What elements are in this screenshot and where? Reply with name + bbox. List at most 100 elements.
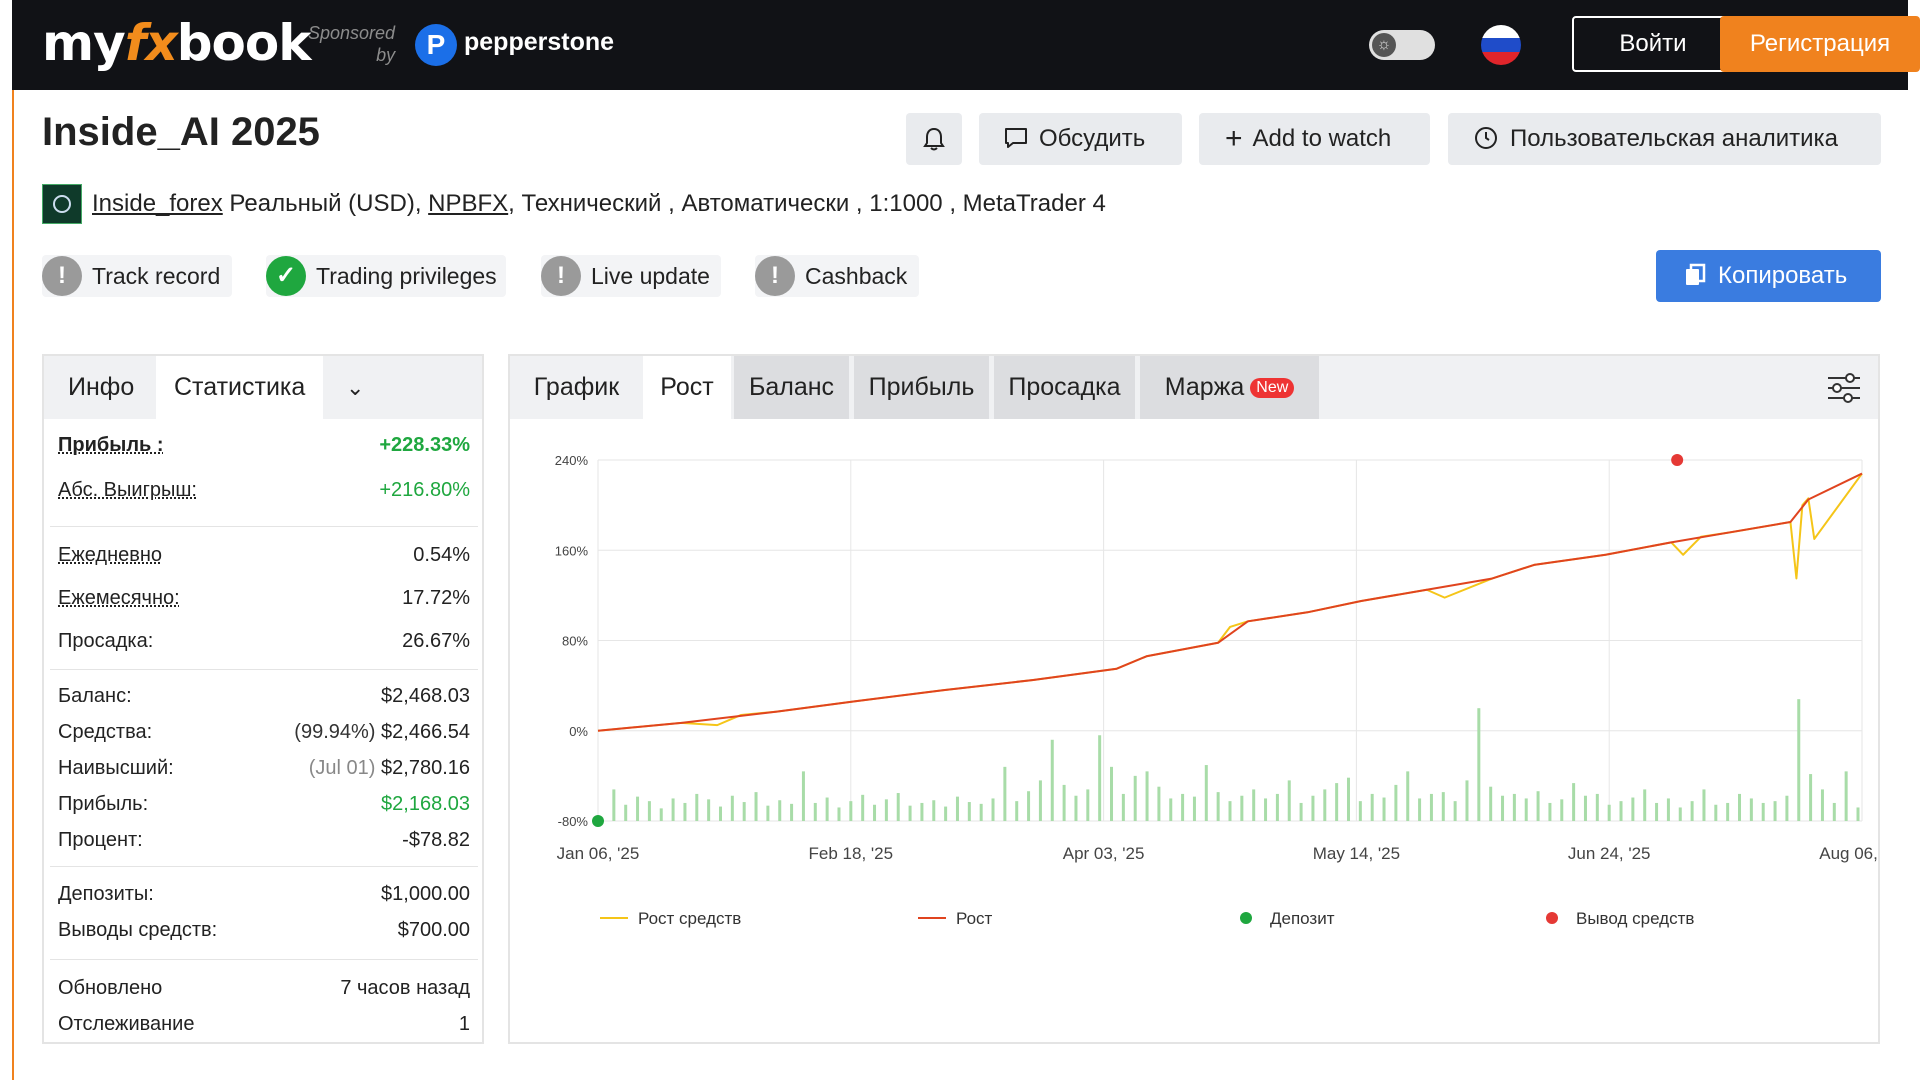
exclamation-icon: !: [541, 256, 581, 296]
y-tick-label: -80%: [558, 814, 589, 829]
legend-label: Депозит: [1270, 909, 1335, 928]
volume-bar: [1797, 699, 1801, 821]
volume-bar: [1643, 789, 1647, 821]
volume-bar: [1394, 784, 1398, 821]
volume-bar: [1714, 804, 1718, 821]
badge-track-record[interactable]: ! Track record: [42, 255, 232, 297]
volume-bar: [1702, 789, 1706, 821]
volume-bar: [1121, 793, 1125, 821]
tab-balance[interactable]: Баланс: [734, 356, 849, 419]
myfxbook-logo[interactable]: myfxbook: [42, 14, 311, 72]
broker-link[interactable]: NPBFX: [428, 190, 508, 217]
divider: [50, 669, 478, 670]
volume-bar: [1346, 777, 1350, 821]
login-button[interactable]: Войти: [1572, 16, 1734, 72]
deposit-marker: [592, 815, 604, 827]
badge-trading-privileges[interactable]: ✓ Trading privileges: [266, 255, 506, 297]
x-tick-label: May 14, '25: [1313, 844, 1400, 863]
volume-bar: [1524, 798, 1528, 821]
tab-margin[interactable]: Маржа New: [1140, 356, 1319, 419]
volume-bar: [1074, 795, 1078, 821]
custom-analytics-button[interactable]: Пользовательская аналитика: [1448, 113, 1881, 165]
volume-bar: [790, 803, 794, 821]
volume-bar: [1216, 792, 1220, 821]
volume-bar: [1275, 793, 1279, 821]
volume-bar: [1181, 793, 1185, 821]
volume-bar: [1832, 802, 1836, 821]
stat-row-withdrawals: Выводы средств: $700.00: [58, 919, 470, 941]
volume-bar: [1655, 802, 1659, 821]
volume-bar: [1489, 786, 1493, 821]
tab-info[interactable]: Инфо: [44, 356, 158, 419]
y-tick-label: 160%: [555, 543, 589, 558]
volume-bar: [1773, 801, 1777, 821]
volume-bar: [636, 796, 640, 821]
volume-bar: [718, 806, 722, 821]
volume-bar: [1441, 792, 1445, 821]
volume-bar: [1015, 801, 1019, 821]
volume-bar: [1299, 802, 1303, 821]
chevron-down-icon[interactable]: ⌄: [346, 356, 364, 419]
volume-bar: [1252, 789, 1256, 821]
stat-row-deposits: Депозиты: $1,000.00: [58, 883, 470, 905]
tab-chart[interactable]: График: [510, 356, 643, 419]
discuss-button[interactable]: Обсудить: [979, 113, 1182, 165]
copy-trade-button[interactable]: Копировать: [1656, 250, 1881, 302]
volume-bar: [659, 808, 663, 821]
volume-bar: [801, 771, 805, 821]
volume-bar: [908, 805, 912, 821]
page-title: Inside_AI 2025: [42, 110, 320, 154]
badge-live-update[interactable]: ! Live update: [541, 255, 721, 297]
volume-bar: [695, 793, 699, 821]
volume-bar: [1761, 802, 1765, 821]
add-to-watch-button[interactable]: + Add to watch: [1199, 113, 1430, 165]
volume-bar: [1062, 784, 1066, 821]
stat-row-equity: Средства: (99.94%) $2,466.54: [58, 721, 470, 743]
y-tick-label: 0%: [569, 724, 588, 739]
volume-bar: [1370, 793, 1374, 821]
volume-bar: [1856, 807, 1860, 821]
settings-sliders-icon[interactable]: [1826, 372, 1862, 404]
volume-bar: [1406, 771, 1410, 821]
legend-label: Рост: [956, 909, 993, 928]
growth-chart[interactable]: 240% 160% 80% 0% -80% Jan 06, '25 Feb 18, '25 A…: [510, 419, 1878, 1042]
owner-avatar[interactable]: [42, 184, 82, 224]
volume-bar: [683, 802, 687, 821]
left-accent-line: [12, 90, 14, 1080]
volume-bar: [1465, 780, 1469, 821]
legend-label: Рост средств: [638, 909, 741, 928]
volume-bar: [1738, 793, 1742, 821]
register-button[interactable]: Регистрация: [1720, 16, 1920, 72]
language-flag-icon[interactable]: [1481, 25, 1521, 65]
sponsor-name[interactable]: pepperstone: [464, 28, 614, 57]
new-badge: New: [1250, 378, 1295, 398]
tab-growth[interactable]: Рост: [643, 356, 731, 419]
volume-bar: [1429, 793, 1433, 821]
tab-drawdown[interactable]: Просадка: [994, 356, 1135, 419]
notify-button[interactable]: [906, 113, 962, 165]
volume-bar: [1003, 766, 1007, 821]
volume-bar: [920, 802, 924, 821]
tab-statistics[interactable]: Статистика: [156, 356, 323, 419]
volume-bar: [1607, 804, 1611, 821]
volume-bar: [1228, 801, 1232, 821]
volume-bar: [896, 793, 900, 821]
stat-row-updated: Обновлено 7 часов назад: [58, 977, 470, 999]
y-tick-label: 80%: [562, 634, 588, 649]
volume-bar: [1572, 783, 1576, 821]
pepperstone-logo-icon[interactable]: P: [415, 24, 457, 66]
volume-bar: [671, 798, 675, 821]
stat-row-balance: Баланс: $2,468.03: [58, 685, 470, 707]
volume-bar: [849, 801, 853, 821]
volume-bar: [754, 792, 758, 821]
theme-toggle[interactable]: ☼: [1369, 30, 1435, 60]
withdrawal-marker: [1671, 454, 1684, 466]
tab-profit[interactable]: Прибыль: [854, 356, 989, 419]
volume-bar: [778, 800, 782, 821]
volume-bar: [1619, 801, 1623, 821]
badge-cashback[interactable]: ! Cashback: [755, 255, 919, 297]
volume-bar: [707, 799, 711, 821]
volume-bar: [1512, 793, 1516, 821]
x-tick-label: Aug 06, '25: [1819, 844, 1878, 863]
owner-link[interactable]: Inside_forex: [92, 190, 223, 217]
